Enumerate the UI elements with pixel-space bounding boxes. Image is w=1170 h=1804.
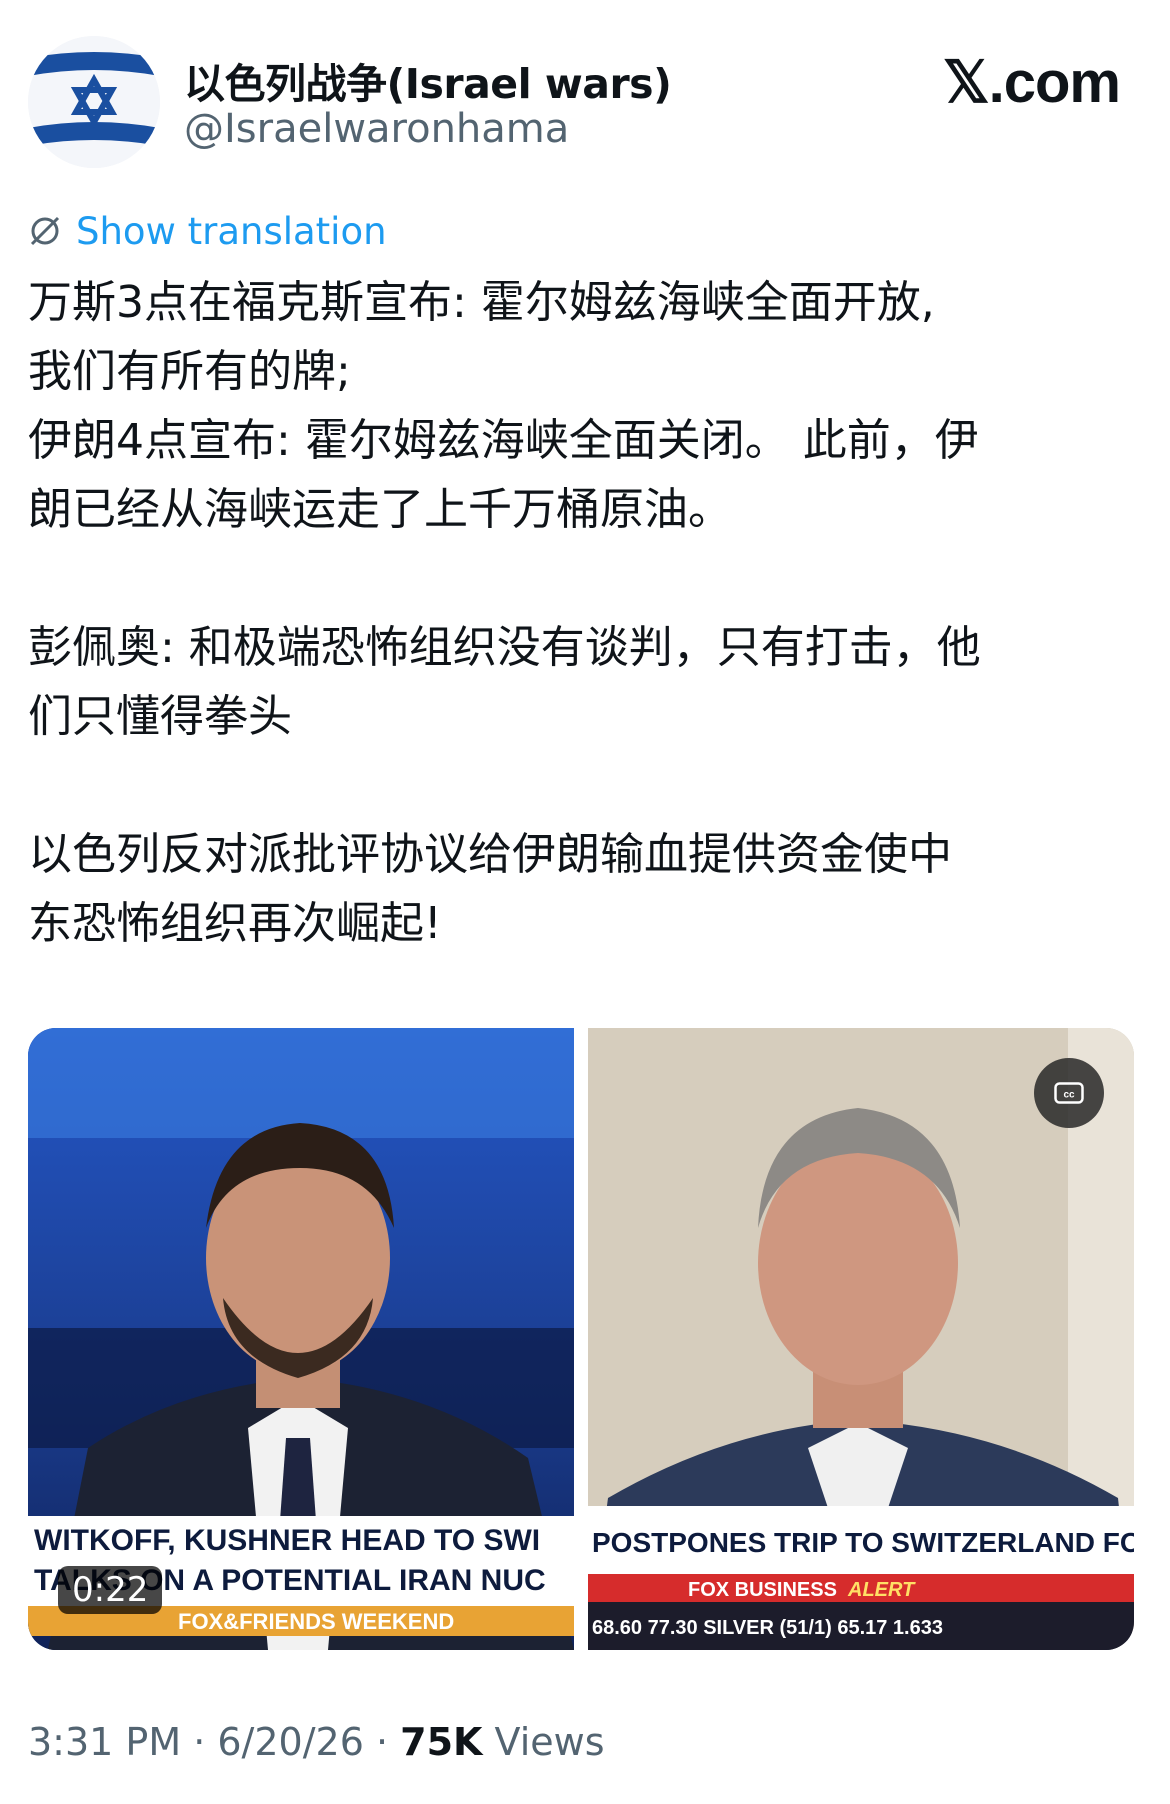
tweet-line: 朗已经从海峡运走了上千万桶原油。: [28, 484, 732, 535]
tweet-line: 东恐怖组织再次崛起!: [28, 898, 442, 949]
show-name: FOX&FRIENDS WEEKEND: [178, 1609, 454, 1634]
globe-translate-icon: [30, 216, 60, 246]
market-ticker: 68.60 77.30 SILVER (51/1) 65.17 1.633: [592, 1617, 943, 1639]
tweet-meta: 3:31 PM · 6/20/26 · 75K Views: [28, 1720, 605, 1764]
tweet-line: 们只懂得拳头: [28, 691, 292, 742]
tweet-line: 伊朗4点宣布: 霍尔姆兹海峡全面关闭。 此前，伊: [28, 415, 979, 466]
separator: ·: [181, 1720, 218, 1764]
network-name: FOX BUSINESS: [688, 1579, 837, 1601]
tweet-line: 万斯3点在福克斯宣布: 霍尔姆兹海峡全面开放,: [28, 277, 935, 328]
user-handle[interactable]: @Israelwaronhama: [184, 106, 569, 152]
views-count: 75K: [400, 1720, 483, 1764]
tweet-line: 以色列反对派批评协议给伊朗输血提供资金使中: [28, 829, 952, 880]
display-name[interactable]: 以色列战争(Israel wars): [184, 50, 672, 110]
banner-headline: POSTPONES TRIP TO SWITZERLAND FOR IRAN T…: [592, 1527, 1134, 1558]
show-translation-label[interactable]: Show translation: [76, 210, 387, 253]
tweet-time[interactable]: 3:31 PM: [28, 1720, 181, 1764]
svg-text:cc: cc: [1063, 1090, 1075, 1101]
separator: ·: [363, 1720, 401, 1764]
israel-flag-icon: [28, 36, 160, 168]
alert-label: ALERT: [847, 1579, 916, 1601]
tweet-body: 万斯3点在福克斯宣布: 霍尔姆兹海峡全面开放, 我们有所有的牌; 伊朗4点宣布:…: [28, 268, 1148, 958]
tweet-line: 彭佩奥: 和极端恐怖组织没有谈判，只有打击，他: [28, 622, 981, 673]
closed-captions-icon: cc: [1054, 1082, 1084, 1104]
video-thumbnail-right[interactable]: POSTPONES TRIP TO SWITZERLAND FOR IRAN T…: [588, 1028, 1134, 1650]
tweet-header: 以色列战争(Israel wars) @Israelwaronhama 𝕏.co…: [28, 36, 1142, 172]
video-thumbnail-left[interactable]: WITKOFF, KUSHNER HEAD TO SWI TALKS ON A …: [28, 1028, 574, 1650]
closed-captions-button[interactable]: cc: [1034, 1058, 1104, 1128]
show-translation-button[interactable]: Show translation: [28, 205, 387, 257]
tweet-line: 我们有所有的牌;: [28, 346, 351, 397]
video-duration: 0:22: [58, 1566, 163, 1614]
media-grid: WITKOFF, KUSHNER HEAD TO SWI TALKS ON A …: [28, 1028, 1134, 1650]
site-logo: 𝕏.com: [942, 50, 1121, 115]
lower-third-line1: WITKOFF, KUSHNER HEAD TO SWI: [34, 1524, 540, 1557]
avatar[interactable]: [28, 36, 160, 168]
tweet-date[interactable]: 6/20/26: [217, 1720, 364, 1764]
views-label: Views: [482, 1720, 605, 1764]
news-studio-scene: WITKOFF, KUSHNER HEAD TO SWI TALKS ON A …: [28, 1028, 574, 1650]
